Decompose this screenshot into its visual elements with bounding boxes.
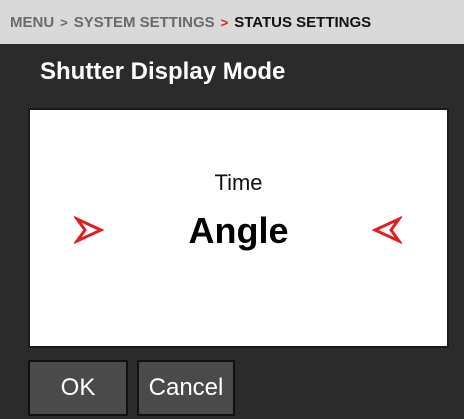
- ok-button[interactable]: OK: [28, 360, 128, 416]
- breadcrumb-item-status-settings: STATUS SETTINGS: [234, 13, 372, 31]
- arrow-left-icon: [372, 216, 402, 244]
- page-title: Shutter Display Mode: [40, 58, 286, 85]
- breadcrumb: MENU > SYSTEM SETTINGS > STATUS SETTINGS: [0, 0, 464, 44]
- breadcrumb-item-menu[interactable]: MENU: [10, 14, 54, 31]
- breadcrumb-item-system-settings[interactable]: SYSTEM SETTINGS: [74, 14, 215, 31]
- cancel-button[interactable]: Cancel: [137, 360, 235, 416]
- status-settings-screen: MENU > SYSTEM SETTINGS > STATUS SETTINGS…: [0, 0, 464, 419]
- arrow-right-icon: [74, 216, 104, 244]
- option-time[interactable]: Time: [30, 170, 447, 196]
- breadcrumb-separator: >: [60, 14, 68, 30]
- shutter-mode-picker[interactable]: Time Angle: [28, 108, 449, 348]
- breadcrumb-separator-active: >: [220, 14, 229, 30]
